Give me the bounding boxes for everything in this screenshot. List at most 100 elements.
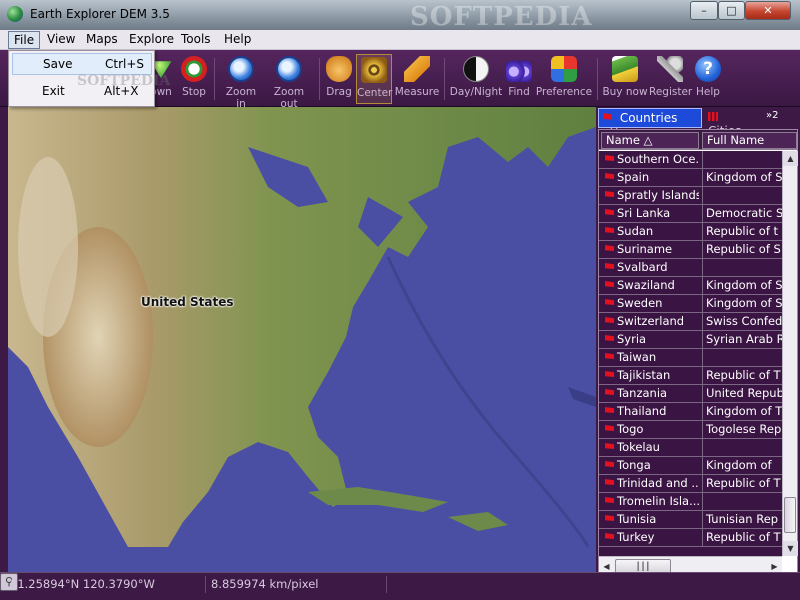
- cell-name: Sweden: [601, 295, 699, 312]
- scroll-down-icon[interactable]: ▼: [783, 541, 798, 556]
- menu-tools[interactable]: Tools: [176, 31, 216, 49]
- menu-item-shortcut: Ctrl+S: [105, 57, 145, 71]
- cell-name-text: Southern Oce...: [617, 152, 699, 166]
- close-button[interactable]: ✕: [745, 1, 791, 20]
- cell-full-name: Republic of T: [702, 529, 782, 546]
- table-row[interactable]: Taiwan: [599, 349, 782, 367]
- maximize-button[interactable]: □: [718, 1, 745, 20]
- table-row[interactable]: Svalbard: [599, 259, 782, 277]
- table-row[interactable]: Tunisia Tunisian Rep: [599, 511, 782, 529]
- cell-name: Southern Oce...: [601, 151, 699, 168]
- table-row[interactable]: Tanzania United Repub: [599, 385, 782, 403]
- column-header-name[interactable]: Name △: [601, 132, 699, 149]
- status-coordinates: 51.25894°N 120.3790°W: [6, 576, 206, 593]
- table-row[interactable]: Spratly Islands: [599, 187, 782, 205]
- cell-name-text: Suriname: [617, 242, 673, 256]
- flag-icon: [605, 515, 614, 521]
- menu-item-shortcut: Alt+X: [104, 84, 139, 98]
- map-view[interactable]: United States: [8, 107, 596, 572]
- globe-icon: [7, 6, 23, 22]
- cell-name: Switzerland: [601, 313, 699, 330]
- table-row[interactable]: Sweden Kingdom of S: [599, 295, 782, 313]
- drag-button[interactable]: Drag: [324, 54, 354, 104]
- register-button[interactable]: Register: [649, 54, 692, 104]
- cell-name: Syria: [601, 331, 699, 348]
- find-button[interactable]: Find: [505, 54, 533, 104]
- side-panel: Countries ✕ Cities »2 Name △ Full Name S…: [596, 107, 800, 577]
- cell-name: Spratly Islands: [601, 187, 699, 204]
- scroll-up-icon[interactable]: ▲: [783, 151, 798, 166]
- measure-button[interactable]: Measure: [394, 54, 440, 104]
- tool-label: Buy now: [602, 86, 648, 98]
- preference-button[interactable]: Preference: [535, 54, 593, 104]
- scroll-thumb[interactable]: [784, 497, 796, 533]
- center-button[interactable]: Center: [356, 54, 392, 104]
- menu-item-save[interactable]: Save Ctrl+S: [12, 53, 152, 75]
- cell-name: Tokelau: [601, 439, 699, 456]
- zoom-out-button[interactable]: Zoom out: [264, 54, 314, 110]
- minimize-button[interactable]: –: [690, 1, 718, 20]
- table-row[interactable]: Syria Syrian Arab R: [599, 331, 782, 349]
- cell-full-name: Kingdom of S: [702, 277, 782, 294]
- tab-overflow[interactable]: »2: [762, 108, 782, 128]
- table-row[interactable]: Tonga Kingdom of: [599, 457, 782, 475]
- table-row[interactable]: Tromelin Isla...: [599, 493, 782, 511]
- flag-icon: [603, 113, 612, 120]
- tab-countries[interactable]: Countries ✕: [598, 108, 702, 139]
- table-row[interactable]: Tajikistan Republic of T: [599, 367, 782, 385]
- cell-full-name: Tunisian Rep: [702, 511, 782, 528]
- menu-item-exit[interactable]: Exit Alt+X: [12, 81, 152, 103]
- menu-file[interactable]: File: [8, 31, 41, 49]
- toolbar-separator: [597, 58, 598, 100]
- table-row[interactable]: Tokelau: [599, 439, 782, 457]
- tool-label: Day/Night: [449, 86, 503, 98]
- menu-view[interactable]: View: [42, 31, 80, 49]
- table-row[interactable]: Sri Lanka Democratic S: [599, 205, 782, 223]
- flag-icon: [605, 227, 614, 233]
- ruler-icon: [404, 56, 430, 82]
- cell-full-name: [702, 187, 782, 204]
- stop-icon: [181, 56, 207, 82]
- zoom-in-button[interactable]: Zoom in: [220, 54, 262, 110]
- buy-now-button[interactable]: Buy now: [601, 54, 649, 104]
- cell-full-name: [702, 493, 782, 510]
- help-button[interactable]: ? Help: [693, 54, 723, 104]
- table-row[interactable]: Southern Oce...: [599, 151, 782, 169]
- day-night-button[interactable]: Day/Night: [449, 54, 503, 104]
- tab-cities[interactable]: Cities: [704, 108, 760, 138]
- tool-label: Stop: [182, 86, 206, 98]
- binoculars-icon: [506, 56, 532, 82]
- countries-grid: Name △ Full Name Southern Oce... Spain Kin…: [598, 129, 798, 577]
- cell-name-text: Taiwan: [617, 350, 657, 364]
- menu-maps[interactable]: Maps: [81, 31, 123, 49]
- tool-label: Drag: [326, 86, 352, 98]
- menu-explore[interactable]: Explore: [124, 31, 179, 49]
- stop-button[interactable]: Stop: [180, 54, 208, 104]
- city-icon: [708, 112, 718, 121]
- cell-name-text: Sri Lanka: [617, 206, 671, 220]
- menu-help[interactable]: Help: [219, 31, 256, 49]
- table-row[interactable]: Trinidad and ... Republic of T: [599, 475, 782, 493]
- status-scale: 8.859974 km/pixel: [207, 576, 387, 593]
- table-row[interactable]: Switzerland Swiss Confed: [599, 313, 782, 331]
- flag-icon: [605, 479, 614, 485]
- cell-full-name: Kingdom of S: [702, 169, 782, 186]
- table-row[interactable]: Sudan Republic of t: [599, 223, 782, 241]
- cell-name-text: Swaziland: [617, 278, 675, 292]
- cell-name-text: Spratly Islands: [617, 188, 699, 202]
- cell-name: Trinidad and ...: [601, 475, 699, 492]
- table-row[interactable]: Togo Togolese Rep: [599, 421, 782, 439]
- flag-icon: [605, 263, 614, 269]
- center-icon: [361, 57, 387, 83]
- cell-name-text: Tajikistan: [617, 368, 671, 382]
- vertical-scrollbar[interactable]: ▲ ▼: [782, 151, 798, 556]
- table-row[interactable]: Turkey Republic of T: [599, 529, 782, 547]
- help-icon: ?: [695, 56, 721, 82]
- table-row[interactable]: Thailand Kingdom of T: [599, 403, 782, 421]
- table-row[interactable]: Swaziland Kingdom of S: [599, 277, 782, 295]
- column-header-full-name[interactable]: Full Name: [702, 132, 797, 149]
- title-bar[interactable]: Earth Explorer DEM 3.5 SOFTPEDIA – □ ✕: [0, 0, 800, 32]
- table-row[interactable]: Spain Kingdom of S: [599, 169, 782, 187]
- cell-name: Tromelin Isla...: [601, 493, 699, 510]
- table-row[interactable]: Suriname Republic of S: [599, 241, 782, 259]
